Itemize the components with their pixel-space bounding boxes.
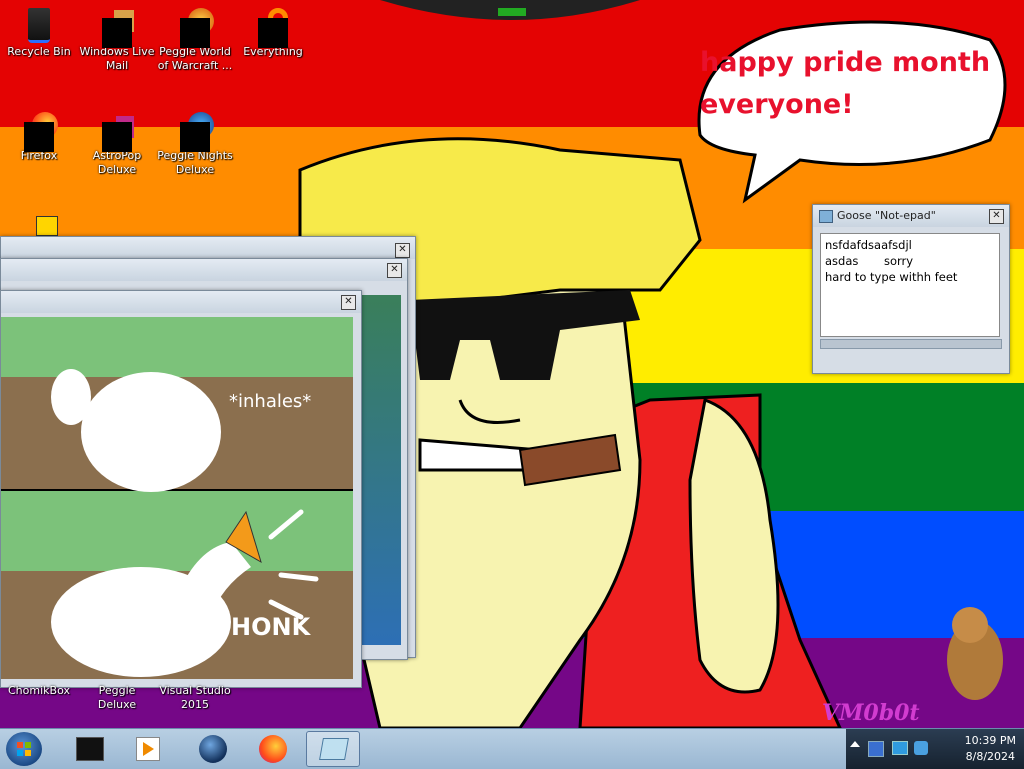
icon-label: Peggle World of Warcraft ...: [157, 45, 233, 72]
horizontal-scrollbar[interactable]: [820, 339, 1002, 349]
peggle-deluxe-icon[interactable]: Peggle Deluxe: [78, 684, 156, 712]
notepad-app-icon: [819, 210, 833, 223]
meme-caption-inhales: *inhales*: [229, 391, 312, 412]
notepad-title: Goose "Not-epad": [837, 209, 936, 222]
desktop: happy pride month everyone! VM0b0t Recyc…: [0, 0, 1024, 728]
icon-label: Peggle Deluxe: [97, 684, 137, 711]
start-button[interactable]: [6, 732, 42, 766]
peggle-nights-game-icon: [178, 112, 214, 152]
window-titlebar[interactable]: [1, 237, 415, 259]
terminal-app-icon: [76, 737, 104, 761]
peggle-nights-icon[interactable]: Peggle Nights Deluxe: [156, 112, 234, 177]
firefox-icon[interactable]: Firefox: [0, 112, 78, 163]
close-icon[interactable]: ✕: [395, 243, 410, 258]
volume-icon[interactable]: [914, 741, 928, 755]
taskbar-globe-app-button[interactable]: [186, 731, 240, 767]
system-tray: 10:39 PM 8/8/2024: [846, 729, 1024, 769]
windows-live-mail-icon[interactable]: Windows Live Mail: [78, 8, 156, 73]
icon-label: Visual Studio 2015: [159, 684, 231, 711]
mail-icon: [100, 8, 134, 48]
tray-app-icon[interactable]: [868, 741, 884, 757]
clock-time: 10:39 PM: [964, 734, 1016, 747]
taskbar-terminal-button[interactable]: [62, 731, 116, 767]
chevron-up-icon[interactable]: [850, 741, 860, 747]
icon-label: ChomikBox: [8, 684, 70, 697]
goose-notepad-window[interactable]: Goose "Not-epad" ✕ nsfdafdsaafsdjl asdas …: [812, 204, 1010, 374]
icon-label: Windows Live Mail: [79, 45, 155, 72]
peggle-wow-icon[interactable]: Peggle World of Warcraft ...: [156, 8, 234, 73]
search-magnifier-icon: [256, 8, 290, 48]
notepad-text-area[interactable]: nsfdafdsaafsdjl asdas sorry hard to type w…: [820, 233, 1000, 337]
taskbar-firefox-button[interactable]: [246, 731, 300, 767]
chomikbox-icon[interactable]: ChomikBox: [0, 684, 78, 698]
globe-app-icon: [199, 735, 227, 763]
everything-icon[interactable]: Everything: [234, 8, 312, 59]
firefox-logo-icon: [22, 112, 58, 152]
icon-label: AstroPop Deluxe: [92, 149, 142, 176]
icon-label: Peggle Nights Deluxe: [157, 149, 233, 176]
astropop-game-icon: [100, 112, 134, 152]
visual-studio-icon[interactable]: Visual Studio 2015: [156, 684, 234, 712]
speech-line-2: everyone!: [700, 89, 854, 120]
windows-logo-icon: [17, 742, 31, 756]
speech-bubble-text: happy pride month everyone!: [700, 42, 1000, 126]
clock-date: 8/8/2024: [965, 750, 1016, 763]
notepad-line: hard to type withh feet: [825, 270, 958, 284]
taskbar-notepad-button[interactable]: [306, 731, 360, 767]
close-icon[interactable]: ✕: [341, 295, 356, 310]
firefox-icon: [259, 735, 287, 763]
taskbar-media-player-button[interactable]: [120, 731, 174, 767]
notepad-app-icon: [319, 738, 349, 760]
close-icon[interactable]: ✕: [387, 263, 402, 278]
media-player-icon: [136, 737, 160, 761]
window-titlebar[interactable]: [1, 259, 407, 281]
window-titlebar[interactable]: [1, 291, 361, 313]
speech-line-1: happy pride month: [700, 47, 991, 78]
network-icon[interactable]: [892, 741, 908, 755]
icon-label: Recycle Bin: [7, 45, 71, 58]
notepad-line: nsfdafdsaafsdjl: [825, 238, 912, 252]
meme-window[interactable]: ✕ *inhales* HONK: [0, 290, 362, 688]
clock[interactable]: 10:39 PM 8/8/2024: [965, 733, 1016, 765]
trash-can-icon: [22, 8, 56, 43]
astropop-icon[interactable]: AstroPop Deluxe: [78, 112, 156, 177]
notepad-titlebar[interactable]: Goose "Not-epad": [813, 205, 1009, 227]
meme-caption-honk: HONK: [231, 613, 311, 641]
peggle-icon: [178, 8, 214, 48]
close-icon[interactable]: ✕: [989, 209, 1004, 224]
signature-text: VM0b0t: [822, 700, 920, 726]
notepad-line: asdas sorry: [825, 254, 914, 268]
recycle-bin-icon[interactable]: Recycle Bin: [0, 8, 78, 59]
taskbar: 10:39 PM 8/8/2024: [0, 728, 1024, 769]
